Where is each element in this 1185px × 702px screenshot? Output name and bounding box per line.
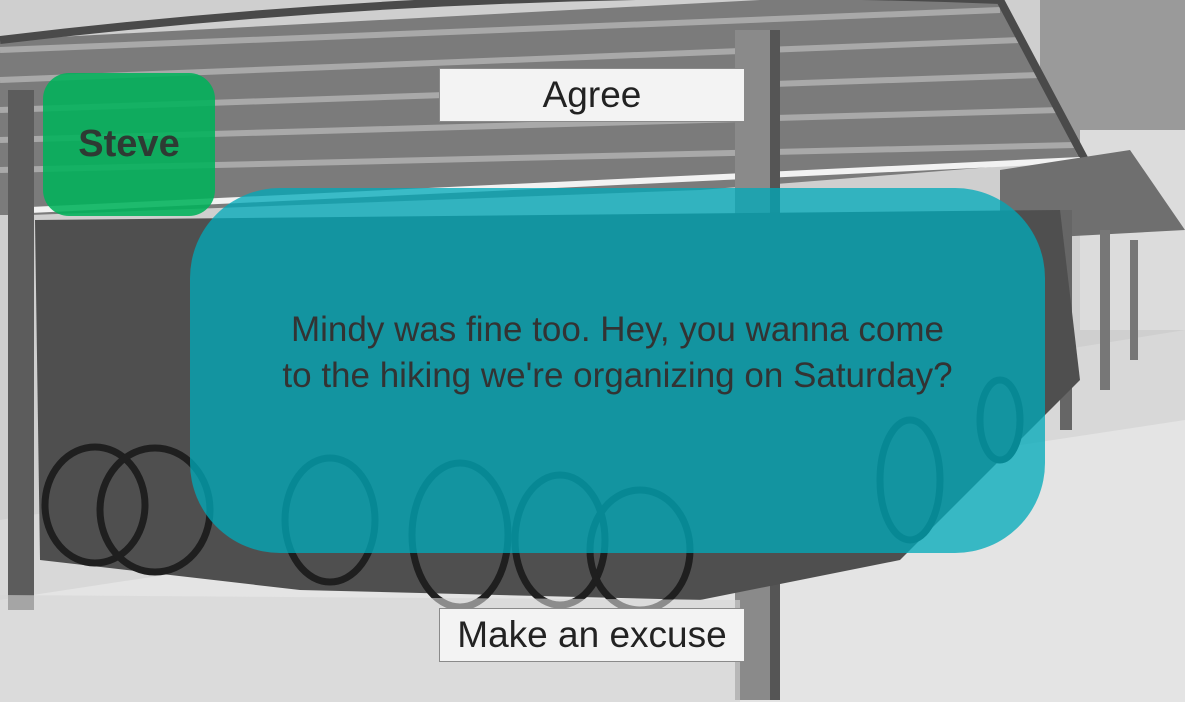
make-excuse-button[interactable]: Make an excuse xyxy=(439,608,745,662)
agree-button[interactable]: Agree xyxy=(439,68,745,122)
speaker-name-tag: Steve xyxy=(43,73,215,216)
game-scene: Agree Steve Mindy was fine too. Hey, you… xyxy=(0,0,1185,702)
speaker-name: Steve xyxy=(78,123,180,165)
dialogue-text: Mindy was fine too. Hey, you wanna come … xyxy=(282,310,953,395)
dialogue-bubble: Mindy was fine too. Hey, you wanna come … xyxy=(190,188,1045,553)
